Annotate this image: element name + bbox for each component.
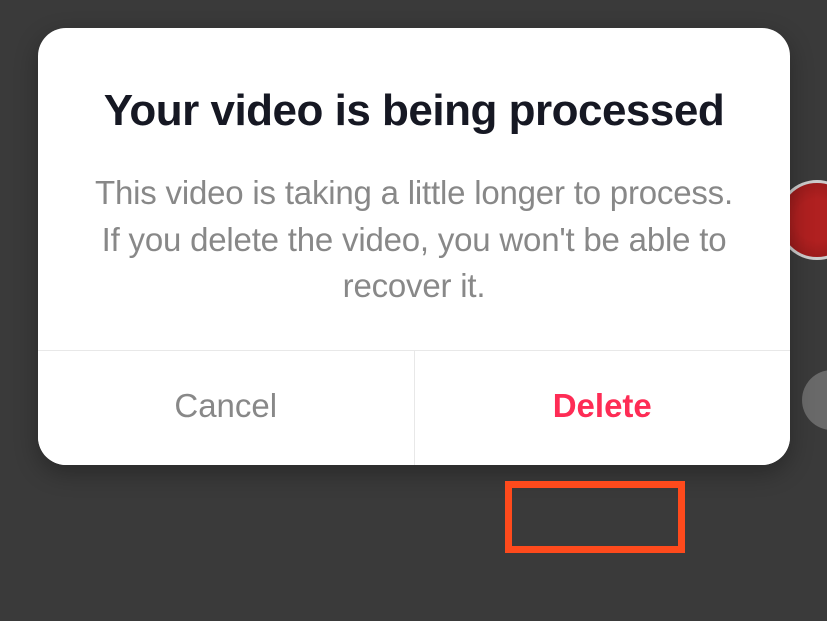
highlight-annotation: [505, 481, 685, 553]
dialog-message: This video is taking a little longer to …: [90, 170, 738, 311]
dialog-actions: Cancel Delete: [38, 350, 790, 465]
cancel-button[interactable]: Cancel: [38, 351, 415, 465]
background-circle: [802, 370, 827, 430]
delete-button[interactable]: Delete: [415, 351, 791, 465]
confirmation-dialog: Your video is being processed This video…: [38, 28, 790, 465]
dialog-title: Your video is being processed: [90, 84, 738, 138]
dialog-content: Your video is being processed This video…: [38, 28, 790, 350]
